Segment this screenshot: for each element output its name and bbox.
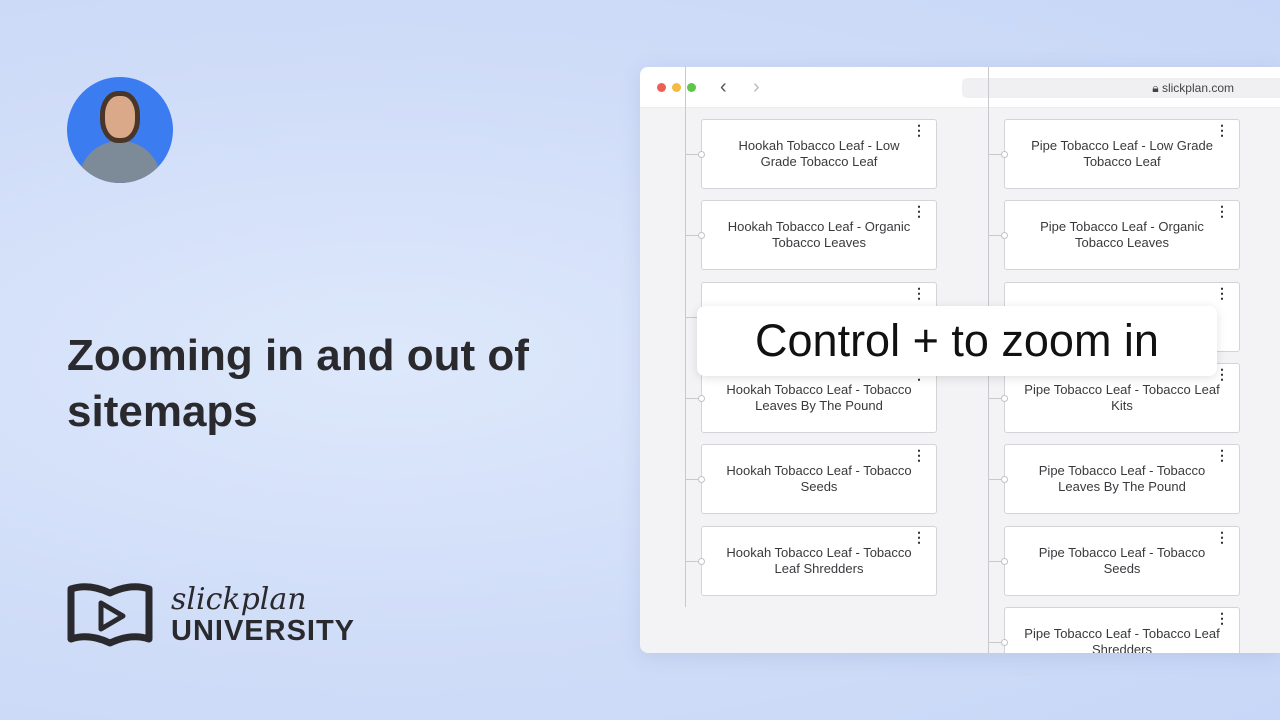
book-play-icon bbox=[67, 583, 153, 647]
more-options-icon[interactable]: ⋮ bbox=[912, 286, 926, 300]
sitemap-page-card[interactable]: Pipe Tobacco Leaf - Low Grade Tobacco Le… bbox=[1001, 119, 1240, 189]
sitemap-page-card[interactable]: Pipe Tobacco Leaf - Tobacco Leaves By Th… bbox=[1001, 444, 1240, 515]
connector-dot bbox=[698, 151, 705, 158]
connector-dot bbox=[1001, 151, 1008, 158]
more-options-icon[interactable]: ⋮ bbox=[1215, 286, 1229, 300]
more-options-icon[interactable]: ⋮ bbox=[912, 204, 926, 218]
connector-dot bbox=[1001, 638, 1008, 646]
page-title: Pipe Tobacco Leaf - Organic Tobacco Leav… bbox=[1040, 219, 1204, 251]
page-title: Hookah Tobacco Leaf - Tobacco Seeds bbox=[726, 463, 912, 495]
zoom-caption: Control + to zoom in bbox=[697, 306, 1217, 376]
page-title: Hookah Tobacco Leaf - Organic Tobacco Le… bbox=[727, 219, 911, 251]
tree-line bbox=[685, 67, 686, 607]
more-options-icon[interactable]: ⋮ bbox=[912, 530, 926, 544]
close-window-button[interactable] bbox=[657, 83, 666, 92]
page-title: Hookah Tobacco Leaf - Tobacco Leaves By … bbox=[726, 381, 912, 413]
url-text: slickplan.com bbox=[1161, 81, 1234, 95]
page-title: Hookah Tobacco Leaf - Tobacco Leaf Shred… bbox=[726, 544, 912, 576]
more-options-icon[interactable]: ⋮ bbox=[1215, 530, 1229, 544]
sitemap-page-card[interactable]: Pipe Tobacco Leaf - Tobacco Leaf Shredde… bbox=[1001, 606, 1240, 653]
connector-dot bbox=[698, 557, 705, 565]
connector-dot bbox=[1001, 557, 1008, 565]
page-title: Pipe Tobacco Leaf - Low Grade Tobacco Le… bbox=[1031, 138, 1213, 169]
more-options-icon[interactable]: ⋮ bbox=[1215, 367, 1229, 381]
back-icon[interactable]: ‹ bbox=[720, 76, 727, 99]
page-title: Pipe Tobacco Leaf - Tobacco Seeds bbox=[1038, 544, 1206, 576]
video-title: Zooming in and out of sitemaps bbox=[67, 331, 529, 436]
minimize-window-button[interactable] bbox=[672, 83, 681, 92]
sitemap-page-card[interactable]: Hookah Tobacco Leaf - Tobacco Seeds ⋮ bbox=[698, 444, 937, 515]
sitemap-page-card[interactable]: Pipe Tobacco Leaf - Organic Tobacco Leav… bbox=[1001, 200, 1240, 271]
more-options-icon[interactable]: ⋮ bbox=[912, 448, 926, 462]
forward-icon[interactable]: › bbox=[753, 76, 760, 99]
slickplan-university-logo: slickplan UNIVERSITY bbox=[67, 583, 355, 649]
sitemap-page-card[interactable]: Pipe Tobacco Leaf - Tobacco Seeds ⋮ bbox=[1001, 525, 1240, 596]
address-bar[interactable]: 🔒︎ slickplan.com bbox=[962, 78, 1280, 98]
more-options-icon[interactable]: ⋮ bbox=[912, 123, 926, 137]
connector-dot bbox=[1001, 394, 1008, 402]
more-options-icon[interactable]: ⋮ bbox=[1215, 448, 1229, 462]
connector-dot bbox=[1001, 232, 1008, 240]
page-title: Hookah Tobacco Leaf - Low Grade Tobacco … bbox=[738, 138, 900, 169]
connector-dot bbox=[1001, 476, 1008, 484]
page-title: Pipe Tobacco Leaf - Tobacco Leaf Shredde… bbox=[1024, 625, 1220, 653]
more-options-icon[interactable]: ⋮ bbox=[1215, 204, 1229, 218]
presenter-avatar bbox=[67, 77, 173, 183]
more-options-icon[interactable]: ⋮ bbox=[1215, 123, 1229, 137]
connector-dot bbox=[698, 394, 705, 402]
sitemap-page-card[interactable]: Hookah Tobacco Leaf - Tobacco Leaf Shred… bbox=[698, 525, 937, 596]
browser-toolbar: ‹ › 🔒︎ slickplan.com bbox=[640, 67, 1280, 108]
lock-icon: 🔒︎ bbox=[1152, 81, 1162, 95]
connector-dot bbox=[698, 476, 705, 484]
page-title: Pipe Tobacco Leaf - Tobacco Leaves By Th… bbox=[1038, 463, 1206, 495]
connector-dot bbox=[698, 232, 705, 240]
page-title: Pipe Tobacco Leaf - Tobacco Leaf Kits bbox=[1024, 381, 1220, 413]
more-options-icon[interactable]: ⋮ bbox=[1215, 611, 1229, 625]
logo-script: slickplan bbox=[171, 582, 307, 617]
maximize-window-button[interactable] bbox=[687, 83, 696, 92]
logo-university: UNIVERSITY bbox=[171, 615, 356, 647]
sitemap-page-card[interactable]: Hookah Tobacco Leaf - Low Grade Tobacco … bbox=[698, 119, 937, 189]
sitemap-page-card[interactable]: Hookah Tobacco Leaf - Organic Tobacco Le… bbox=[698, 200, 937, 271]
